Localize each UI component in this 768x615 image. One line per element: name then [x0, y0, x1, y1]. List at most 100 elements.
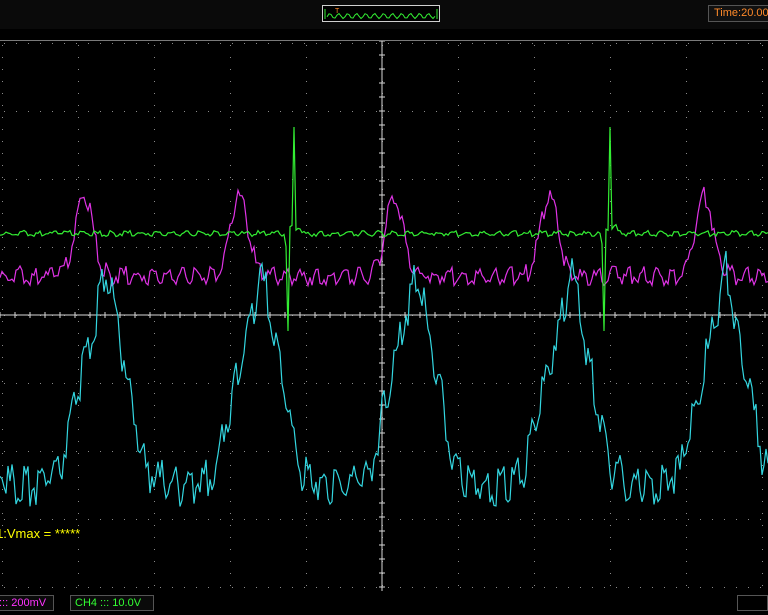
grid-dot [352, 383, 353, 384]
grid-dot [762, 573, 763, 574]
grid-dot [458, 153, 459, 154]
grid-dot [112, 179, 113, 180]
grid-dot [458, 405, 459, 406]
ch4-scale-indicator[interactable]: CH4 ::: 10.0V [70, 595, 154, 611]
grid-dot [306, 345, 307, 346]
grid-dot [592, 451, 593, 452]
grid-dot [136, 451, 137, 452]
grid-dot [28, 179, 29, 180]
grid-dot [306, 249, 307, 250]
grid-dot [534, 417, 535, 418]
grid-dot [340, 519, 341, 520]
grid-dot [686, 189, 687, 190]
grid-dot [154, 369, 155, 370]
grid-dot [762, 417, 763, 418]
grid-dot [700, 43, 701, 44]
grid-dot [16, 451, 17, 452]
grid-dot [664, 451, 665, 452]
grid-dot [580, 451, 581, 452]
grid-dot [2, 177, 3, 178]
grid-dot [306, 105, 307, 106]
grid-dot [88, 247, 89, 248]
grid-dot [724, 111, 725, 112]
grid-dot [244, 43, 245, 44]
grid-dot [316, 383, 317, 384]
grid-dot [232, 179, 233, 180]
grid-dot [154, 249, 155, 250]
grid-dot [458, 369, 459, 370]
grid-dot [196, 587, 197, 588]
grid-dot [280, 111, 281, 112]
grid-dot [628, 43, 629, 44]
grid-dot [78, 381, 79, 382]
grid-dot [2, 201, 3, 202]
grid-dot [76, 43, 77, 44]
grid-dot [154, 549, 155, 550]
grid-dot [534, 237, 535, 238]
grid-dot [306, 585, 307, 586]
grid-dot [364, 43, 365, 44]
oscilloscope-display[interactable] [0, 41, 768, 591]
grid-dot [78, 177, 79, 178]
grid-dot [220, 587, 221, 588]
grid-dot [184, 383, 185, 384]
grid-dot [78, 261, 79, 262]
grid-dot [458, 93, 459, 94]
grid-dot [520, 383, 521, 384]
grid-dot [256, 111, 257, 112]
grid-dot [724, 179, 725, 180]
grid-dot [160, 451, 161, 452]
grid-dot [316, 247, 317, 248]
grid-dot [76, 111, 77, 112]
grid-dot [2, 357, 3, 358]
grid-dot [568, 43, 569, 44]
grid-dot [364, 519, 365, 520]
grid-dot [424, 587, 425, 588]
ch3-scale-indicator[interactable]: ::: 200mV [0, 595, 54, 611]
grid-dot [520, 247, 521, 248]
grid-dot [534, 381, 535, 382]
grid-dot [686, 525, 687, 526]
grid-dot [534, 537, 535, 538]
grid-dot [458, 213, 459, 214]
grid-dot [280, 179, 281, 180]
grid-dot [306, 369, 307, 370]
grid-dot [628, 247, 629, 248]
grid-dot [460, 519, 461, 520]
grid-dot [534, 141, 535, 142]
grid-dot [232, 519, 233, 520]
grid-dot [458, 429, 459, 430]
grid-dot [78, 369, 79, 370]
grid-dot [458, 81, 459, 82]
grid-dot [306, 93, 307, 94]
grid-dot [316, 519, 317, 520]
grid-dot [412, 111, 413, 112]
grid-dot [458, 573, 459, 574]
grid-dot [534, 285, 535, 286]
grid-dot [496, 519, 497, 520]
grid-dot [2, 381, 3, 382]
grid-dot [484, 587, 485, 588]
grid-dot [52, 111, 53, 112]
grid-dot [534, 369, 535, 370]
grid-dot [280, 451, 281, 452]
grid-dot [580, 111, 581, 112]
grid-dot [76, 247, 77, 248]
grid-dot [78, 321, 79, 322]
grid-dot [610, 297, 611, 298]
grid-dot [544, 519, 545, 520]
grid-dot [76, 451, 77, 452]
ch1-waveform [0, 250, 768, 507]
grid-dot [78, 81, 79, 82]
trigger-position-indicator[interactable]: T [322, 5, 440, 22]
grid-dot [458, 537, 459, 538]
grid-dot [230, 429, 231, 430]
grid-dot [534, 489, 535, 490]
grid-dot [136, 519, 137, 520]
grid-dot [172, 519, 173, 520]
grid-dot [616, 519, 617, 520]
grid-dot [220, 43, 221, 44]
grid-dot [160, 587, 161, 588]
grid-dot [306, 189, 307, 190]
grid-dot [688, 383, 689, 384]
